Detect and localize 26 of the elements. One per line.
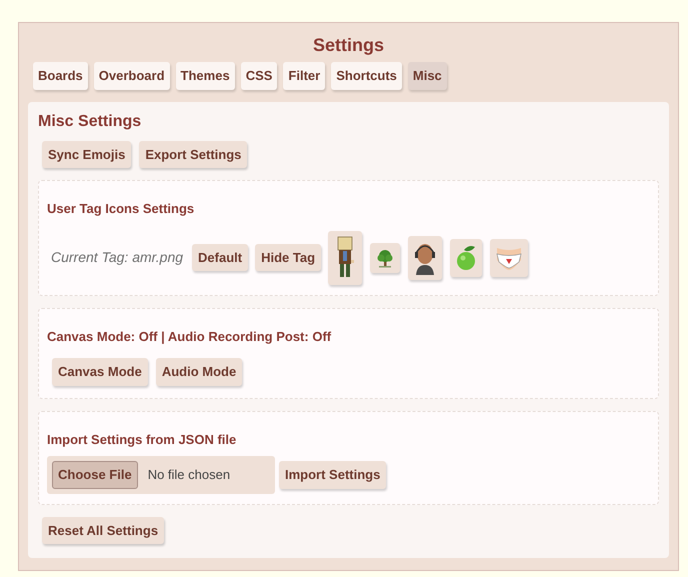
tag-button[interactable]: Default xyxy=(192,244,248,272)
settings-title: Settings xyxy=(312,34,385,57)
settings-button[interactable]: Sync Emojis xyxy=(42,140,132,168)
mode-button[interactable]: Audio Mode xyxy=(156,358,242,386)
import-button[interactable]: Import Settings xyxy=(279,461,386,488)
section-heading: Misc Settings xyxy=(38,112,142,132)
mode-status: Canvas Mode: Off | Audio Recording Post: Off xyxy=(47,328,332,346)
tab[interactable]: Themes xyxy=(176,62,235,90)
tab[interactable]: Misc xyxy=(408,62,447,90)
tab[interactable]: CSS xyxy=(240,62,278,90)
tab[interactable]: Filter xyxy=(283,62,326,90)
tree-icon xyxy=(375,248,396,268)
current-tag-label: Current Tag: amr.png xyxy=(51,248,184,267)
mode-button[interactable]: Canvas Mode xyxy=(52,358,148,386)
section-title: Import Settings from JSON file xyxy=(47,430,238,449)
tag-icon-button[interactable] xyxy=(408,236,442,280)
tag-button[interactable]: Hide Tag xyxy=(255,244,322,272)
file-input[interactable]: Choose File No file chosen xyxy=(47,456,275,494)
section-title: User Tag Icons Settings xyxy=(47,200,196,218)
tab[interactable]: Overboard xyxy=(94,62,170,90)
lime-icon xyxy=(455,244,478,272)
settings-button[interactable]: Export Settings xyxy=(139,140,248,168)
tag-icon-button[interactable] xyxy=(328,230,362,284)
tab[interactable]: Boards xyxy=(33,62,88,90)
reset-button[interactable]: Reset All Settings xyxy=(42,516,164,544)
tab[interactable]: Shortcuts xyxy=(331,62,402,90)
